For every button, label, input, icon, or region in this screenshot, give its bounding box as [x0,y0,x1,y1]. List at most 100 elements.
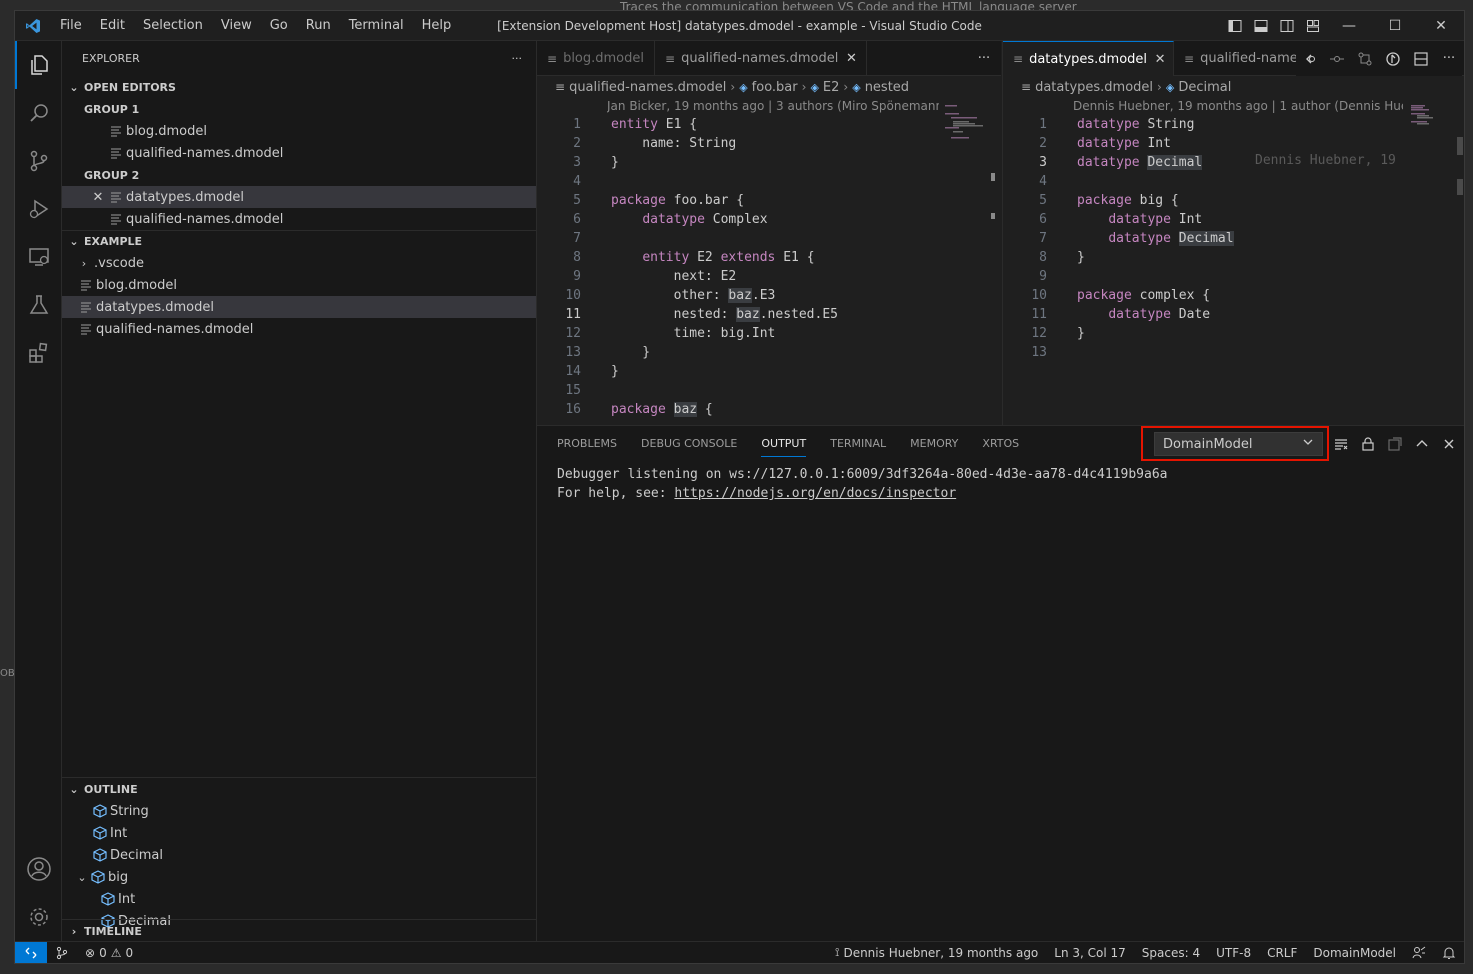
menu-help[interactable]: Help [413,11,461,41]
close-tab-icon[interactable]: ✕ [1153,52,1167,67]
panel-tab-debug-console[interactable]: DEBUG CONSOLE [629,426,749,461]
breadcrumb-entity[interactable]: E2 [823,80,840,95]
code-line[interactable]: 6 datatype Complex [537,210,947,229]
code-line[interactable]: 5 package foo.bar { [537,191,947,210]
encoding-status[interactable]: UTF-8 [1208,946,1259,960]
panel-tab-memory[interactable]: MEMORY [898,426,970,461]
code-line[interactable]: 11 nested: baz.nested.E5 [537,305,947,324]
tab-datatypes-dmodel[interactable]: ≡ datatypes.dmodel ✕ [1003,41,1175,76]
line-number[interactable]: 13 [1003,343,1047,362]
maximize-panel-icon[interactable] [1409,432,1435,456]
menu-terminal[interactable]: Terminal [340,11,413,41]
minimize-button[interactable]: — [1326,11,1372,41]
code-line[interactable]: 1 datatype String [1003,115,1413,134]
code-line[interactable]: 9 next: E2 [537,267,947,286]
code-line[interactable]: 11 datatype Date [1003,305,1413,324]
line-number[interactable]: 4 [537,172,581,191]
open-editor-item[interactable]: blog.dmodel [62,120,536,142]
problems-status[interactable]: ⊗ 0 ⚠ 0 [77,946,141,960]
search-icon[interactable] [15,89,62,137]
panel-tab-problems[interactable]: PROBLEMS [545,426,629,461]
git-graph-icon[interactable] [47,946,77,960]
line-number[interactable]: 13 [537,343,581,362]
code-line[interactable]: 7 [537,229,947,248]
split-editor-icon[interactable] [1408,48,1434,70]
menu-file[interactable]: File [51,11,91,41]
line-number[interactable]: 6 [537,210,581,229]
line-number[interactable]: 9 [537,267,581,286]
line-number[interactable]: 2 [1003,134,1047,153]
code-line[interactable]: 5 package big { [1003,191,1413,210]
scrollbar-thumb[interactable] [1457,179,1463,195]
line-number[interactable]: 16 [537,400,581,419]
indentation-status[interactable]: Spaces: 4 [1134,946,1208,960]
extensions-icon[interactable] [15,329,62,377]
accounts-icon[interactable] [15,845,62,893]
menu-go[interactable]: Go [261,11,297,41]
outline-package-big[interactable]: ⌄ big [62,866,536,888]
panel-tab-xrtos[interactable]: XRTOS [970,426,1031,461]
line-number[interactable]: 7 [537,229,581,248]
open-editor-item-active[interactable]: ✕ datatypes.dmodel [62,186,536,208]
outline-item[interactable]: Decimal [62,844,536,866]
output-content[interactable]: Debugger listening on ws://127.0.0.1:600… [537,461,1464,503]
code-line[interactable]: 7 datatype Decimal [1003,229,1413,248]
maximize-button[interactable]: ☐ [1372,11,1418,41]
menu-view[interactable]: View [212,11,261,41]
line-number[interactable]: 7 [1003,229,1047,248]
compare-changes-icon[interactable] [1352,48,1378,70]
codelens-blame[interactable]: Dennis Huebner, 19 months ago | 1 author… [1073,99,1403,113]
tree-file-selected[interactable]: datatypes.dmodel [62,296,536,318]
go-forward-icon[interactable] [1324,48,1350,70]
breadcrumb-file[interactable]: datatypes.dmodel [1035,80,1153,95]
feedback-icon[interactable] [1404,946,1434,960]
toggle-secondary-sidebar-icon[interactable] [1274,11,1300,41]
more-actions-button[interactable]: ··· [971,48,997,70]
eol-status[interactable]: CRLF [1259,946,1305,960]
code-line[interactable]: 3} [537,153,947,172]
sidebar-more-actions-button[interactable]: ··· [512,52,523,65]
open-editor-item[interactable]: qualified-names.dmodel [62,208,536,230]
line-number[interactable]: 6 [1003,210,1047,229]
outline-item[interactable]: String [62,800,536,822]
line-number[interactable]: 12 [1003,324,1047,343]
code-line[interactable]: 2 name: String [537,134,947,153]
code-line[interactable]: 6 datatype Int [1003,210,1413,229]
open-editors-group-2[interactable]: GROUP 2 [62,164,536,186]
panel-tab-output[interactable]: OUTPUT [749,426,818,461]
go-back-icon[interactable] [1296,48,1322,70]
line-number[interactable]: 12 [537,324,581,343]
breadcrumb-package[interactable]: foo.bar [752,80,798,95]
minimap[interactable] [1411,103,1459,143]
close-tab-icon[interactable]: ✕ [844,51,858,66]
tab-qualified-names[interactable]: ≡ qualified-names.dmodel ✕ [655,41,868,76]
menu-edit[interactable]: Edit [91,11,134,41]
line-number[interactable]: 11 [537,305,581,324]
customize-layout-icon[interactable] [1300,11,1326,41]
source-control-icon[interactable] [15,137,62,185]
code-line[interactable]: 16 package baz { [537,400,947,419]
line-number[interactable]: 9 [1003,267,1047,286]
inspector-docs-link[interactable]: https://nodejs.org/en/docs/inspector [674,486,956,501]
tree-file[interactable]: blog.dmodel [62,274,536,296]
code-line[interactable]: 2 datatype Int [1003,134,1413,153]
minimap[interactable] [945,103,993,163]
code-line[interactable]: 10 other: baz.E3 [537,286,947,305]
breadcrumb-file[interactable]: qualified-names.dmodel [569,80,726,95]
line-number[interactable]: 2 [537,134,581,153]
manage-gear-icon[interactable] [15,893,62,941]
toggle-primary-sidebar-icon[interactable] [1222,11,1248,41]
git-blame-status[interactable]: ⟟ Dennis Huebner, 19 months ago [827,945,1046,960]
more-actions-button[interactable]: ··· [1436,48,1462,70]
code-line[interactable]: 4 [537,172,947,191]
language-mode-status[interactable]: DomainModel [1305,946,1404,960]
line-number[interactable]: 1 [1003,115,1047,134]
code-line[interactable]: 15 [537,381,947,400]
open-editors-group-1[interactable]: GROUP 1 [62,98,536,120]
code-line[interactable]: 13 [1003,343,1413,362]
workspace-folder-header[interactable]: ⌄ EXAMPLE [62,230,536,252]
breadcrumb-symbol[interactable]: Decimal [1178,80,1231,95]
scrollbar-thumb[interactable] [1457,137,1463,155]
lock-scroll-icon[interactable] [1355,432,1381,456]
line-number[interactable]: 11 [1003,305,1047,324]
